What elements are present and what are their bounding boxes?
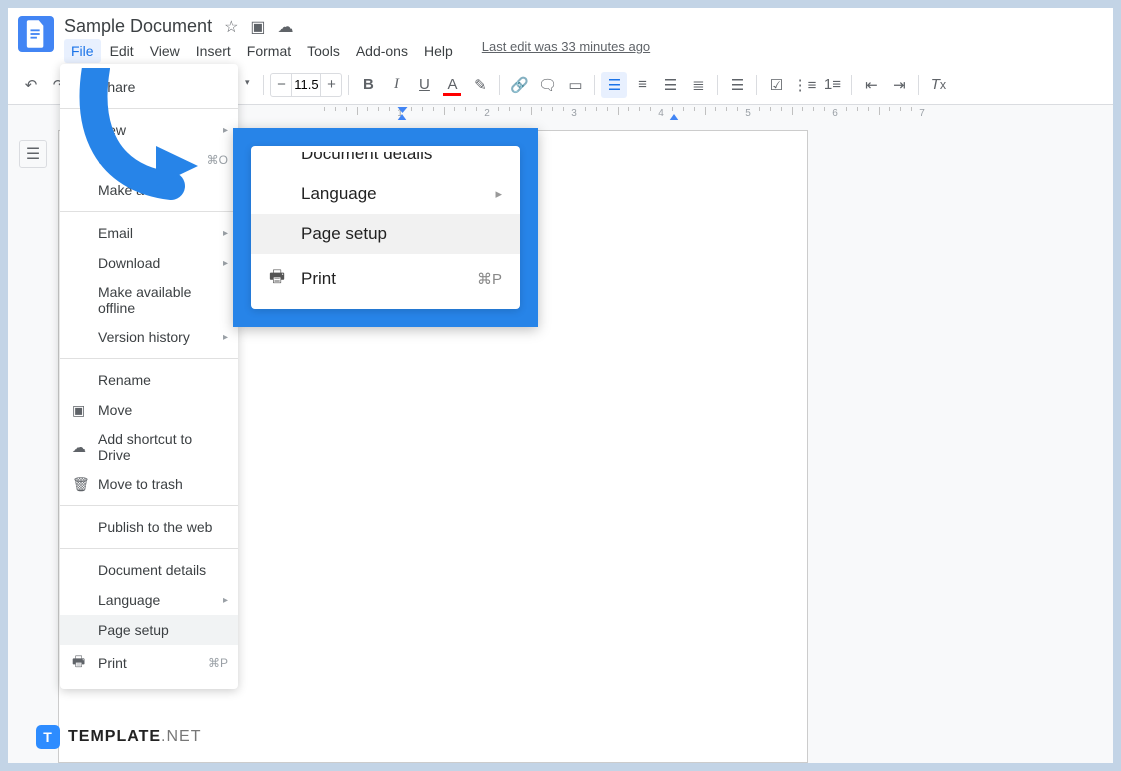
watermark: T TEMPLATE.NET xyxy=(36,725,201,749)
move-icon: ▣ xyxy=(72,402,98,419)
checklist-icon[interactable]: ☑ xyxy=(763,72,789,98)
file-make-copy[interactable]: Make a copy xyxy=(60,175,238,205)
file-page-setup[interactable]: Page setup xyxy=(60,615,238,645)
align-left-icon[interactable]: ☰ xyxy=(601,72,627,98)
file-open[interactable]: Open⌘O xyxy=(60,145,238,175)
numbered-list-icon[interactable]: 1≡ xyxy=(819,72,845,98)
menu-insert[interactable]: Insert xyxy=(189,39,238,63)
last-edit-link[interactable]: Last edit was 33 minutes ago xyxy=(482,39,650,63)
font-size-stepper[interactable]: − + xyxy=(270,73,342,97)
undo-icon[interactable]: ↶ xyxy=(18,72,44,98)
menu-edit[interactable]: Edit xyxy=(103,39,141,63)
comment-icon[interactable]: 🗨 xyxy=(534,72,560,98)
separator xyxy=(60,358,238,359)
trash-icon: 🗑 xyxy=(72,476,98,493)
indent-decrease-icon[interactable]: ⇤ xyxy=(858,72,884,98)
menu-view[interactable]: View xyxy=(143,39,187,63)
separator xyxy=(263,75,264,95)
file-share[interactable]: Share xyxy=(60,72,238,102)
underline-icon[interactable]: U xyxy=(411,72,437,98)
drive-shortcut-icon: ☁ xyxy=(72,439,98,456)
file-menu-dropdown: Share New▸ Open⌘O Make a copy Email▸ Dow… xyxy=(60,64,238,689)
file-rename[interactable]: Rename xyxy=(60,365,238,395)
print-icon: 🖶 xyxy=(269,264,301,293)
bulleted-list-icon[interactable]: ⋮≡ xyxy=(791,72,817,98)
clear-format-icon[interactable]: Tx xyxy=(925,72,951,98)
align-right-icon[interactable]: ☰ xyxy=(657,72,683,98)
file-trash[interactable]: 🗑Move to trash xyxy=(60,469,238,499)
menubar: File Edit View Insert Format Tools Add-o… xyxy=(64,39,1103,63)
watermark-suffix: .NET xyxy=(161,728,201,745)
header: Sample Document ☆ ▣ ☁ File Edit View Ins… xyxy=(8,8,1113,63)
bold-icon[interactable]: B xyxy=(355,72,381,98)
file-print[interactable]: 🖶Print⌘P xyxy=(60,645,238,681)
file-new[interactable]: New▸ xyxy=(60,115,238,145)
file-move[interactable]: ▣Move xyxy=(60,395,238,425)
line-spacing-icon[interactable]: ☰ xyxy=(724,72,750,98)
zoom-item-print[interactable]: 🖶Print⌘P xyxy=(251,254,520,303)
file-version-history[interactable]: Version history▸ xyxy=(60,322,238,352)
align-center-icon[interactable]: ≡ xyxy=(629,72,655,98)
separator xyxy=(60,505,238,506)
file-email[interactable]: Email▸ xyxy=(60,218,238,248)
file-language[interactable]: Language▸ xyxy=(60,585,238,615)
cloud-status-icon: ☁ xyxy=(278,17,294,37)
watermark-brand: TEMPLATE xyxy=(68,728,161,745)
annotation-callout: Document details Language▸ Page setup 🖶P… xyxy=(233,128,538,327)
file-offline[interactable]: Make available offline xyxy=(60,278,238,322)
separator xyxy=(717,75,718,95)
docs-logo[interactable] xyxy=(18,16,54,52)
font-size-decrement[interactable]: − xyxy=(271,76,291,93)
doc-title[interactable]: Sample Document xyxy=(64,16,212,37)
link-icon[interactable]: 🔗 xyxy=(506,72,532,98)
app-window: Sample Document ☆ ▣ ☁ File Edit View Ins… xyxy=(8,8,1113,763)
menu-format[interactable]: Format xyxy=(240,39,298,63)
separator xyxy=(594,75,595,95)
move-folder-icon[interactable]: ▣ xyxy=(250,17,265,37)
watermark-logo-icon: T xyxy=(36,725,60,749)
text-color-icon[interactable]: A xyxy=(439,72,465,98)
separator xyxy=(918,75,919,95)
image-icon[interactable]: ▭ xyxy=(562,72,588,98)
separator xyxy=(348,75,349,95)
separator xyxy=(499,75,500,95)
menu-addons[interactable]: Add-ons xyxy=(349,39,415,63)
separator xyxy=(756,75,757,95)
outline-toggle-icon[interactable]: ☰ xyxy=(19,140,47,168)
file-download[interactable]: Download▸ xyxy=(60,248,238,278)
separator xyxy=(60,108,238,109)
separator xyxy=(60,211,238,212)
star-icon[interactable]: ☆ xyxy=(224,17,238,37)
file-publish[interactable]: Publish to the web xyxy=(60,512,238,542)
italic-icon[interactable]: I xyxy=(383,72,409,98)
zoom-item-page-setup[interactable]: Page setup xyxy=(251,214,520,254)
menu-tools[interactable]: Tools xyxy=(300,39,347,63)
separator xyxy=(60,548,238,549)
highlight-icon[interactable]: ✎ xyxy=(467,72,493,98)
menu-help[interactable]: Help xyxy=(417,39,460,63)
separator xyxy=(851,75,852,95)
file-add-shortcut[interactable]: ☁Add shortcut to Drive xyxy=(60,425,238,469)
font-size-input[interactable] xyxy=(291,74,321,96)
zoom-item-language[interactable]: Language▸ xyxy=(251,174,520,214)
file-document-details[interactable]: Document details xyxy=(60,555,238,585)
menu-file[interactable]: File xyxy=(64,39,101,63)
print-icon: 🖶 xyxy=(72,651,98,675)
align-justify-icon[interactable]: ≣ xyxy=(685,72,711,98)
zoom-item-details[interactable]: Document details xyxy=(251,152,520,174)
font-size-increment[interactable]: + xyxy=(321,76,341,93)
indent-increase-icon[interactable]: ⇥ xyxy=(886,72,912,98)
